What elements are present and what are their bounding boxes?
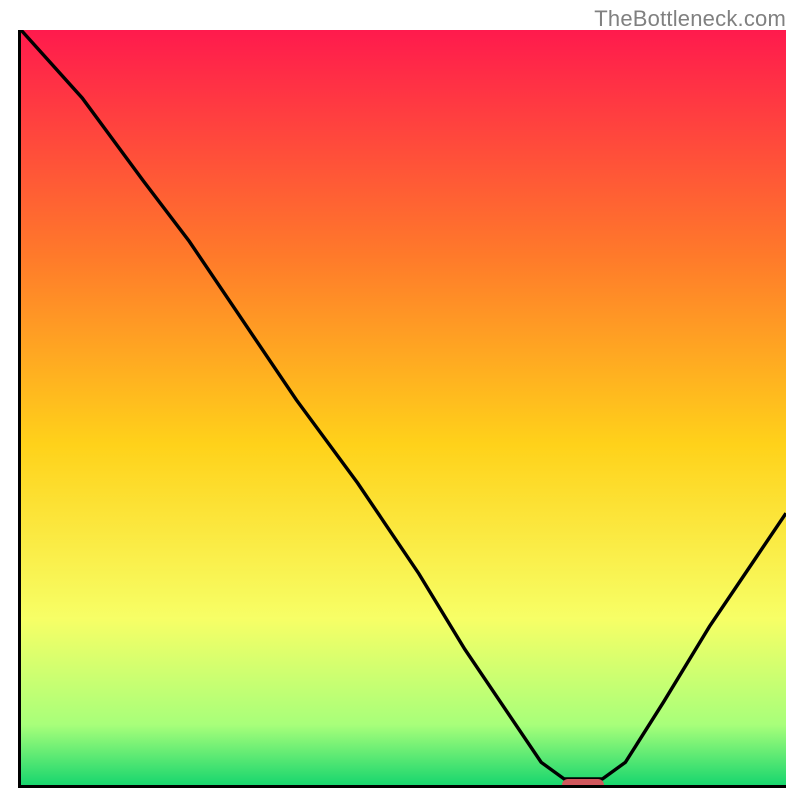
chart-gradient-background [21,30,786,785]
optimal-marker [562,779,604,788]
watermark-text: TheBottleneck.com [594,6,786,32]
chart-area [18,30,786,788]
